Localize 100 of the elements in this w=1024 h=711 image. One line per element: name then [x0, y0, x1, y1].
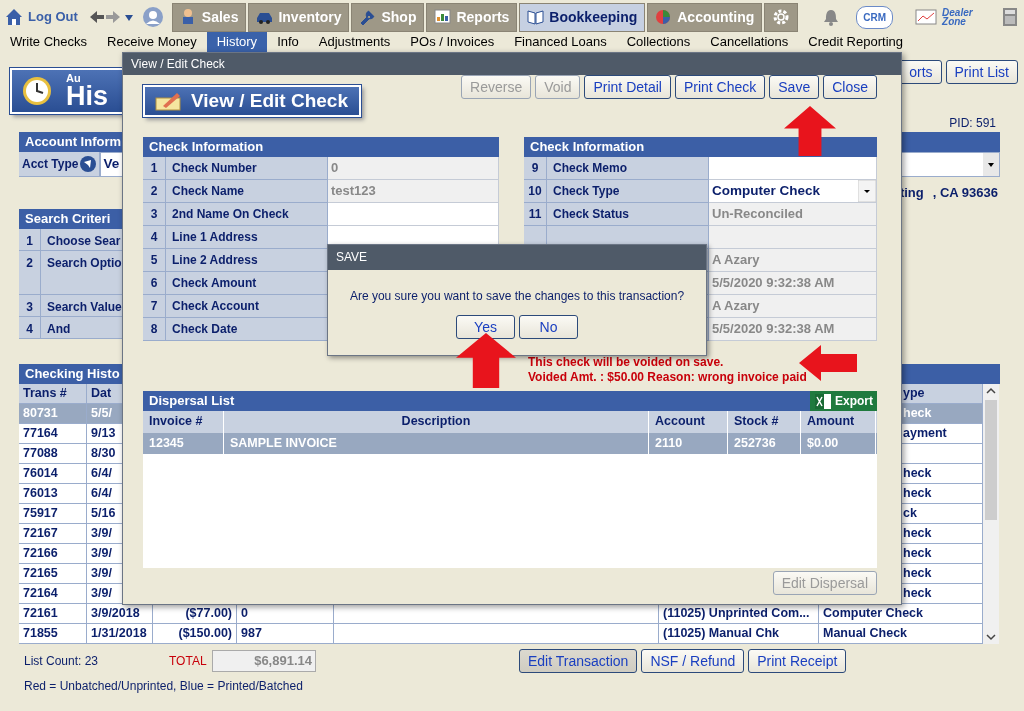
- menu-tab[interactable]: History: [206, 32, 268, 52]
- toolbar-button[interactable]: Save: [769, 75, 820, 99]
- table-cell[interactable]: 71855: [19, 624, 87, 644]
- scroll-thumb[interactable]: [985, 400, 997, 520]
- pid-label: PID: 591: [948, 115, 996, 128]
- toolbar-button[interactable]: Close: [823, 75, 877, 99]
- table-cell: ($150.00): [153, 624, 237, 644]
- action-button[interactable]: NSF / Refund: [641, 649, 745, 673]
- dialog-button[interactable]: No: [519, 315, 578, 339]
- menu-tab[interactable]: Write Checks: [0, 32, 98, 52]
- menu-tab[interactable]: Collections: [616, 32, 701, 52]
- toolbar-button[interactable]: Print List: [945, 60, 1018, 84]
- logout-link[interactable]: Log Out: [28, 7, 78, 27]
- row-number: 8: [143, 318, 166, 341]
- pointer-arrow: [784, 106, 836, 156]
- row-number: 1: [19, 229, 41, 251]
- table-cell: 0: [237, 604, 334, 624]
- caret-icon[interactable]: [123, 12, 134, 22]
- select-field[interactable]: Computer Check: [709, 180, 877, 203]
- input-field[interactable]: [709, 157, 877, 180]
- wrench-icon: [359, 8, 377, 26]
- table-cell: 987: [237, 624, 334, 644]
- field-value: Un-Reconciled: [709, 203, 877, 226]
- field-value: 5/5/2020 9:32:38 AM: [709, 318, 877, 341]
- table-cell: (11025) Unprinted Com...: [659, 604, 819, 624]
- toolbar-button[interactable]: Print Detail: [584, 75, 671, 99]
- field-value: 5/5/2020 9:32:38 AM: [709, 272, 877, 295]
- action-button[interactable]: Print Receipt: [748, 649, 847, 673]
- table-cell[interactable]: 76014: [19, 464, 87, 484]
- table-cell: (11025) Manual Chk: [659, 624, 819, 644]
- column-header: Trans #: [19, 384, 87, 404]
- table-cell[interactable]: 72164: [19, 584, 87, 604]
- dealer-zone-link[interactable]: Dealer Zone: [942, 8, 983, 26]
- field-label: Check Number: [166, 157, 328, 180]
- table-cell[interactable]: 72161: [19, 604, 87, 624]
- info-icon[interactable]: [80, 156, 97, 172]
- row-number: 4: [19, 317, 41, 339]
- field-label: Check Amount: [166, 272, 328, 295]
- dropdown-caret-icon[interactable]: [983, 153, 999, 176]
- field-label: Line 2 Address: [166, 249, 328, 272]
- input-field[interactable]: [328, 203, 499, 226]
- table-cell: Computer Check: [819, 604, 983, 624]
- field-value: A Azary: [709, 249, 877, 272]
- table-cell: 2110: [649, 433, 728, 454]
- dialog-button[interactable]: Yes: [456, 315, 515, 339]
- heading-text: View / Edit Check: [191, 88, 348, 113]
- scrollbar[interactable]: [983, 384, 999, 644]
- module-tab[interactable]: Bookkeeping: [519, 2, 646, 32]
- pencil-icon: [155, 90, 181, 112]
- legend-text: Red = Unbatched/Unprinted, Blue = Printed/Batched: [24, 678, 303, 695]
- warning-text: Voided Amt. : $50.00 Reason: wrong invoice paid: [528, 370, 808, 385]
- table-cell[interactable]: 77088: [19, 444, 87, 464]
- panel-header: Check Information: [143, 137, 499, 157]
- field-label: Check Memo: [547, 157, 709, 180]
- calculator-icon[interactable]: [1002, 7, 1019, 27]
- field-label: Line 1 Address: [166, 226, 328, 249]
- table-cell[interactable]: 72165: [19, 564, 87, 584]
- table-cell: SAMPLE INVOICE: [224, 433, 649, 454]
- field-label: Check Account: [166, 295, 328, 318]
- table-cell: $0.00: [801, 433, 876, 454]
- field-value: 0: [328, 157, 499, 180]
- banner-subtitle: Au: [66, 73, 82, 83]
- export-button[interactable]: Export: [810, 391, 877, 411]
- menu-tab[interactable]: Financed Loans: [504, 32, 617, 52]
- settings-button[interactable]: [764, 2, 799, 32]
- row-number: 7: [143, 295, 166, 318]
- total-label: TOTAL: [169, 653, 208, 670]
- table-cell: 1/31/2018: [87, 624, 153, 644]
- field-label: Check Status: [547, 203, 709, 226]
- row-number: 6: [143, 272, 166, 295]
- menu-tab[interactable]: Info: [267, 32, 309, 52]
- monitor-icon[interactable]: [915, 8, 938, 26]
- banner-title: His: [66, 83, 109, 109]
- crm-button[interactable]: CRM: [856, 5, 894, 29]
- toolbar-button[interactable]: Print Check: [674, 75, 766, 99]
- headset-icon[interactable]: [141, 6, 164, 28]
- pointer-arrow: [456, 333, 516, 388]
- row-number: 3: [19, 295, 41, 317]
- menu-tab[interactable]: POs / Invoices: [400, 32, 505, 52]
- field-label: 2nd Name On Check: [166, 203, 328, 226]
- field-label: Check Date: [166, 318, 328, 341]
- list-count: List Count: 23: [24, 653, 100, 670]
- row-number: 9: [524, 157, 547, 180]
- table-cell[interactable]: 75917: [19, 504, 87, 524]
- menu-tab[interactable]: Adjustments: [308, 32, 401, 52]
- menu-tab[interactable]: Receive Money: [97, 32, 207, 52]
- table-cell[interactable]: 72167: [19, 524, 87, 544]
- table-cell[interactable]: 77164: [19, 424, 87, 444]
- clock-icon: [22, 76, 52, 106]
- select-value: Computer Check: [712, 182, 821, 200]
- panel-header: Check Information: [524, 137, 877, 157]
- table-cell[interactable]: 72166: [19, 544, 87, 564]
- menu-tab[interactable]: Credit Reporting: [798, 32, 913, 52]
- menu-tab[interactable]: Cancellations: [700, 32, 799, 52]
- table-cell[interactable]: 76013: [19, 484, 87, 504]
- bell-icon[interactable]: [822, 8, 841, 26]
- field-value: A Azary: [709, 295, 877, 318]
- action-button[interactable]: Edit Transaction: [519, 649, 638, 673]
- table-cell: 252736: [728, 433, 801, 454]
- home-icon[interactable]: [4, 7, 24, 27]
